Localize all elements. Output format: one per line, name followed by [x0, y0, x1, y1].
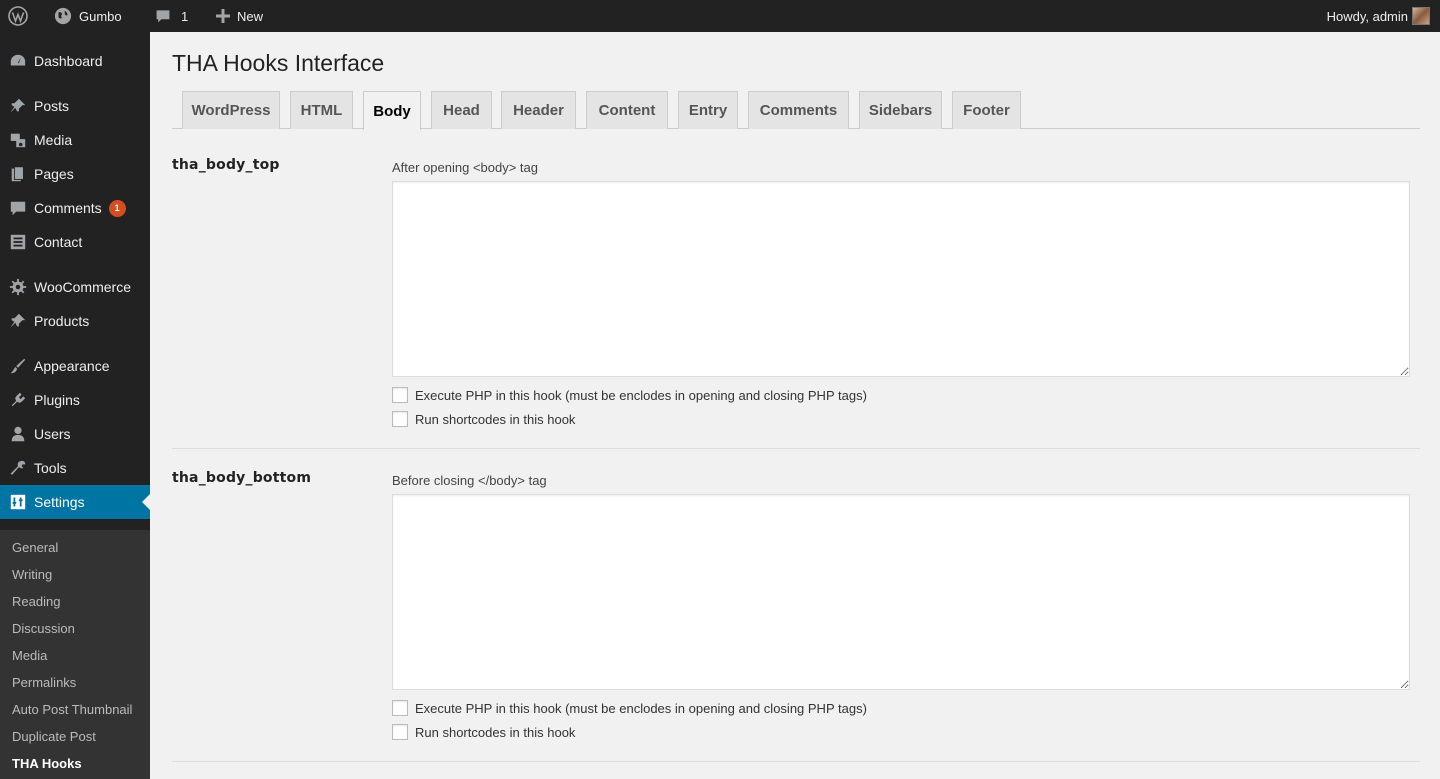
run-shortcodes-checkbox-row[interactable]: Run shortcodes in this hook [392, 411, 575, 427]
settings-icon [0, 493, 34, 511]
tab-entry[interactable]: Entry [678, 91, 738, 129]
sidebar-item-label: Media [34, 132, 73, 148]
sidebar-item-media[interactable]: Media [0, 123, 150, 157]
sidebar-item-settings[interactable]: Settings [0, 485, 150, 519]
sidebar-item-label: WooCommerce [34, 279, 131, 295]
execute-php-checkbox-row[interactable]: Execute PHP in this hook (must be enclod… [392, 387, 867, 403]
run-shortcodes-checkbox-row[interactable]: Run shortcodes in this hook [392, 724, 575, 740]
submenu-permalinks[interactable]: Permalinks [12, 673, 76, 693]
execute-php-checkbox[interactable] [392, 387, 408, 403]
submenu-reading[interactable]: Reading [12, 592, 60, 612]
hook-description: Before closing </body> tag [392, 473, 547, 488]
wrench-icon [0, 459, 34, 477]
tab-wordpress[interactable]: WordPress [182, 91, 280, 129]
submenu-tha-hooks[interactable]: THA Hooks [12, 754, 82, 774]
contact-icon [0, 233, 34, 251]
tab-sidebars[interactable]: Sidebars [859, 91, 942, 129]
sidebar-item-label: Users [34, 426, 71, 442]
admin-bar: Gumbo 1 New Howdy, admin [0, 0, 1440, 32]
user-icon [0, 425, 34, 443]
submenu-discussion[interactable]: Discussion [12, 619, 75, 639]
comments-count-badge: 1 [108, 199, 126, 217]
hook-tabs: WordPress HTML Body Head Header Content … [172, 91, 1420, 130]
run-shortcodes-label: Run shortcodes in this hook [415, 724, 576, 740]
run-shortcodes-checkbox[interactable] [392, 411, 408, 427]
pin-icon [0, 312, 34, 330]
execute-php-checkbox[interactable] [392, 700, 408, 716]
sidebar-item-label: Posts [34, 98, 70, 114]
sidebar-item-comments[interactable]: Comments 1 [0, 191, 150, 225]
sidebar-item-appearance[interactable]: Appearance [0, 349, 150, 383]
site-name-link[interactable]: Gumbo [54, 0, 122, 32]
tab-footer[interactable]: Footer [952, 91, 1021, 129]
gear-icon [0, 278, 34, 296]
submenu-auto-post-thumbnail[interactable]: Auto Post Thumbnail [12, 700, 132, 720]
brush-icon [0, 357, 34, 375]
home-globe-icon [54, 7, 72, 25]
sidebar-item-label: Pages [34, 166, 74, 182]
execute-php-checkbox-row[interactable]: Execute PHP in this hook (must be enclod… [392, 700, 867, 716]
avatar[interactable] [1412, 7, 1430, 25]
sidebar-item-label: Contact [34, 234, 83, 250]
hook-name: tha_body_top [172, 157, 280, 173]
settings-submenu: General Writing Reading Discussion Media… [0, 530, 150, 779]
run-shortcodes-label: Run shortcodes in this hook [415, 411, 576, 427]
hook-code-textarea[interactable] [392, 181, 1410, 377]
sidebar-item-label: Plugins [34, 392, 80, 408]
sidebar-item-products[interactable]: Products [0, 304, 150, 338]
new-label: New [237, 8, 264, 24]
sidebar-item-plugins[interactable]: Plugins [0, 383, 150, 417]
sidebar-item-label: Dashboard [34, 53, 103, 69]
tab-comments[interactable]: Comments [748, 91, 849, 129]
hook-description: After opening <body> tag [392, 160, 539, 175]
sidebar-item-label: Products [34, 313, 90, 329]
pages-icon [0, 165, 34, 183]
tab-head[interactable]: Head [431, 91, 492, 129]
sidebar-item-label: Settings [34, 494, 85, 510]
new-content-link[interactable]: New [216, 0, 263, 32]
sidebar-item-posts[interactable]: Posts [0, 89, 150, 123]
tab-html[interactable]: HTML [290, 91, 353, 129]
comment-count: 1 [181, 8, 189, 24]
hook-row-body-bottom: tha_body_bottom Before closing </body> t… [172, 449, 1420, 762]
site-name: Gumbo [79, 8, 122, 24]
wordpress-logo-icon[interactable] [8, 0, 30, 32]
media-icon [0, 131, 34, 149]
submenu-general[interactable]: General [12, 538, 58, 558]
submenu-duplicate-post[interactable]: Duplicate Post [12, 727, 96, 747]
main-content: THA Hooks Interface WordPress HTML Body … [150, 32, 1440, 779]
comment-icon [0, 199, 34, 217]
plugin-icon [0, 391, 34, 409]
my-account-link[interactable]: Howdy, admin [1327, 0, 1408, 32]
comments-link[interactable]: 1 [155, 0, 188, 32]
submenu-writing[interactable]: Writing [12, 565, 52, 585]
sidebar-item-pages[interactable]: Pages [0, 157, 150, 191]
execute-php-label: Execute PHP in this hook (must be enclod… [415, 387, 867, 403]
dashboard-icon [0, 52, 34, 70]
sidebar-item-label: Tools [34, 460, 67, 476]
tab-body[interactable]: Body [363, 91, 421, 130]
run-shortcodes-checkbox[interactable] [392, 724, 408, 740]
hook-code-textarea[interactable] [392, 494, 1410, 690]
sidebar-item-label: Comments [34, 200, 102, 216]
page-title: THA Hooks Interface [172, 50, 385, 76]
tab-header[interactable]: Header [501, 91, 576, 129]
comment-icon [156, 10, 170, 23]
pin-icon [0, 97, 34, 115]
sidebar-item-label: Appearance [34, 358, 110, 374]
sidebar-item-dashboard[interactable]: Dashboard [0, 44, 150, 78]
execute-php-label: Execute PHP in this hook (must be enclod… [415, 700, 867, 716]
hook-row-body-top: tha_body_top After opening <body> tag Ex… [172, 129, 1420, 449]
sidebar-item-woocommerce[interactable]: WooCommerce [0, 270, 150, 304]
admin-sidebar: Dashboard Posts Media Pages Comments 1 C… [0, 32, 150, 779]
sidebar-item-users[interactable]: Users [0, 417, 150, 451]
tab-content[interactable]: Content [586, 91, 668, 129]
sidebar-item-contact[interactable]: Contact [0, 225, 150, 259]
hook-name: tha_body_bottom [172, 470, 312, 486]
sidebar-item-tools[interactable]: Tools [0, 451, 150, 485]
submenu-media[interactable]: Media [12, 646, 47, 666]
plus-icon [216, 9, 230, 23]
howdy-text: Howdy, admin [1326, 8, 1408, 24]
